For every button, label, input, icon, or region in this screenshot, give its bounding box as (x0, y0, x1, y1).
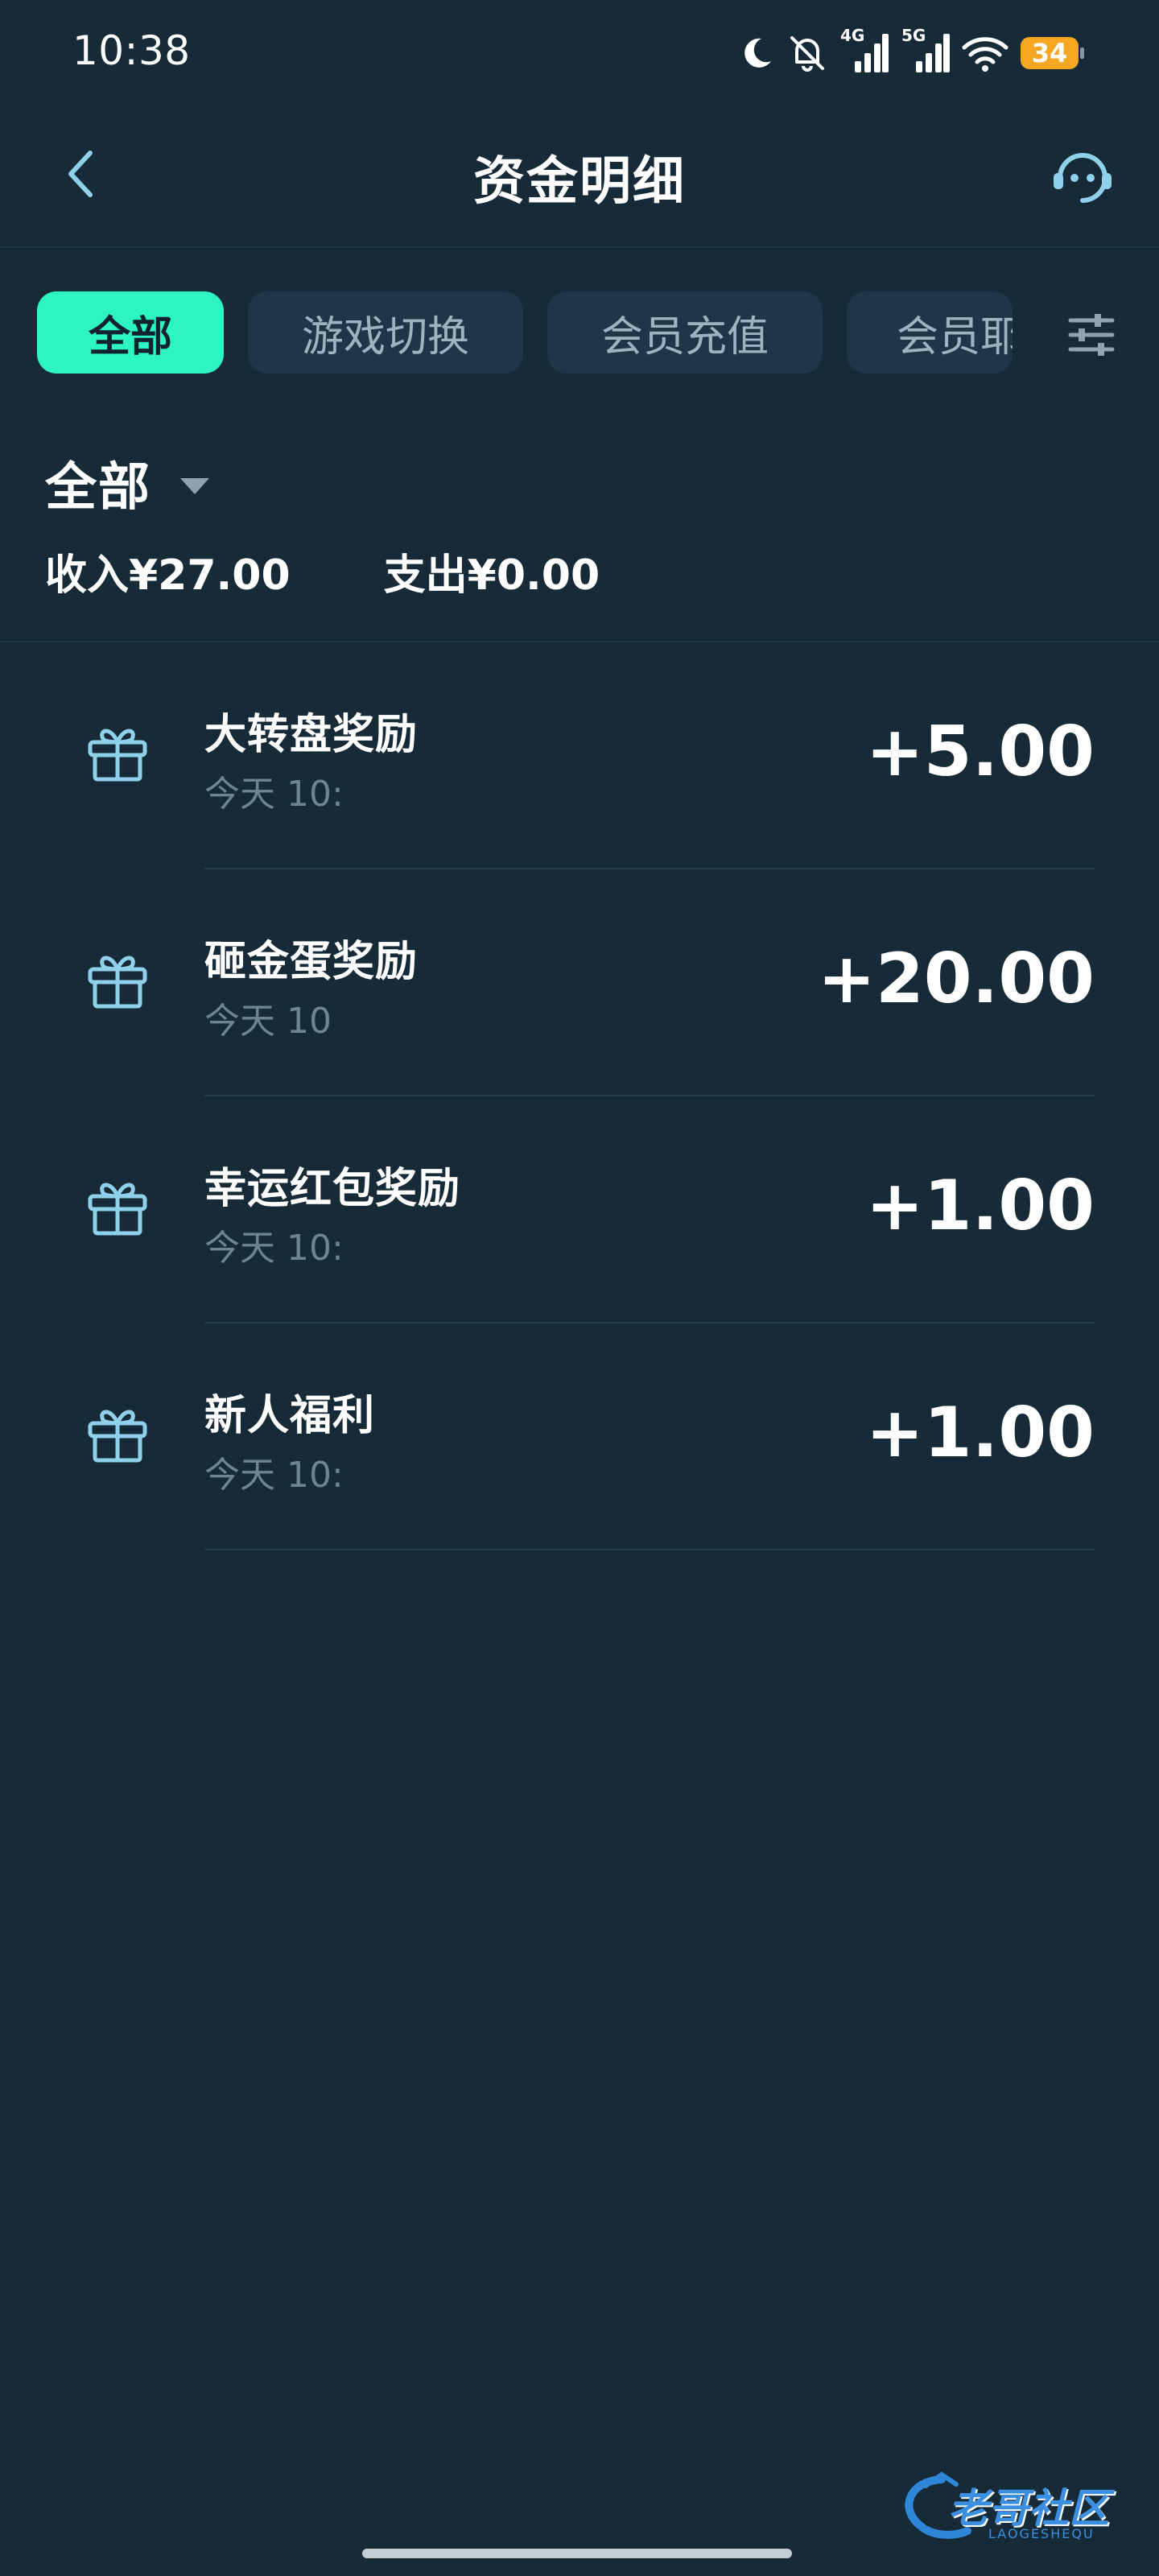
tab-game-switch[interactable]: 游戏切换 (248, 291, 523, 374)
transaction-title: 新人福利 (204, 1392, 376, 1440)
category-dropdown[interactable]: 全部 (45, 446, 209, 520)
signal-5g-icon: 5G (900, 26, 950, 76)
transaction-row[interactable]: 砸金蛋奖励 今天 10 +20.00 (0, 869, 1159, 1096)
transaction-title: 砸金蛋奖励 (204, 938, 419, 986)
tab-vip-recharge[interactable]: 会员充值 (547, 291, 823, 374)
tab-label: 会员耶 (897, 312, 1013, 361)
tab-vip-more[interactable]: 会员耶 (847, 291, 1013, 374)
battery-icon: 34 (1021, 37, 1084, 69)
transaction-row[interactable]: 大转盘奖励 今天 10: +5.00 (0, 642, 1159, 869)
watermark-logo: 老哥社区 LAOGESHEQU (893, 2470, 1151, 2547)
category-dropdown-label: 全部 (45, 458, 151, 518)
customer-service-button[interactable] (1046, 142, 1119, 214)
battery-level: 34 (1031, 38, 1068, 68)
customer-service-icon (1054, 153, 1112, 203)
total-expense: 支出¥0.00 (383, 551, 600, 600)
moon-icon (737, 34, 776, 72)
filter-button[interactable] (1059, 303, 1124, 367)
signal-4g-icon: 4G (839, 26, 889, 76)
transaction-time: 今天 10 (204, 1001, 332, 1042)
caret-down-icon (180, 478, 209, 494)
gift-icon (88, 1183, 147, 1236)
transaction-title: 大转盘奖励 (204, 711, 419, 759)
status-bar: 10:38 4G 5G 34 (0, 0, 1159, 105)
transaction-amount: +20.00 (817, 939, 1095, 1019)
transaction-time: 今天 10: (204, 1455, 344, 1496)
summary-section: 全部 收入¥27.00 支出¥0.00 (0, 435, 1159, 642)
totals: 收入¥27.00 支出¥0.00 (45, 541, 600, 601)
transaction-amount: +1.00 (865, 1393, 1095, 1473)
transaction-list: 大转盘奖励 今天 10: +5.00 砸金蛋奖励 今天 10 +20.00 幸运… (0, 642, 1159, 1550)
transaction-row[interactable]: 新人福利 今天 10: +1.00 (0, 1323, 1159, 1550)
total-income: 收入¥27.00 (45, 551, 291, 600)
transaction-time: 今天 10: (204, 1228, 344, 1269)
status-icons: 4G 5G 34 (737, 26, 1084, 77)
tab-label: 会员充值 (600, 312, 769, 361)
watermark-subtext: LAOGESHEQU (988, 2526, 1095, 2541)
status-time: 10:38 (72, 27, 191, 74)
gift-icon (88, 1410, 147, 1463)
tab-label: 全部 (88, 312, 172, 361)
transaction-time: 今天 10: (204, 774, 344, 815)
gift-icon (88, 956, 147, 1009)
gift-icon (88, 729, 147, 782)
category-tabs: 全部 游戏切换 会员充值 会员耶 (0, 291, 1159, 375)
home-indicator[interactable] (362, 2549, 792, 2558)
bell-off-icon (787, 33, 827, 73)
transaction-title: 幸运红包奖励 (204, 1165, 461, 1213)
wifi-icon (961, 33, 1009, 73)
transaction-row[interactable]: 幸运红包奖励 今天 10: +1.00 (0, 1096, 1159, 1323)
nav-bar: 资金明细 (0, 105, 1159, 248)
transaction-amount: +5.00 (865, 712, 1095, 792)
transaction-amount: +1.00 (865, 1166, 1095, 1246)
sliders-icon (1068, 314, 1115, 356)
tab-label: 游戏切换 (301, 312, 469, 361)
page-title: 资金明细 (473, 152, 686, 212)
row-divider (204, 1549, 1095, 1550)
tab-all[interactable]: 全部 (37, 291, 224, 374)
